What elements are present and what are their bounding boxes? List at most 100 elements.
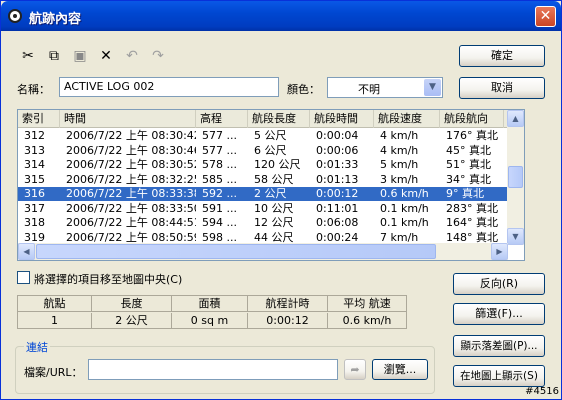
table-cell: 2006/7/22 上午 08:33:50: [66, 201, 196, 215]
stats-value-waypoints: 1: [18, 313, 92, 329]
copy-icon[interactable]: ⧉: [45, 47, 63, 65]
stats-value-length: 2 公尺: [92, 313, 172, 329]
table-row[interactable]: 312 2006/7/22 上午 08:30:42 577 ... 5 公尺 0:00:…: [18, 129, 514, 143]
redo-icon[interactable]: ↷: [149, 47, 167, 65]
open-link-button[interactable]: ➦: [344, 359, 366, 380]
stats-value-avg-speed: 0.6 km/h: [342, 314, 392, 327]
table-row[interactable]: 313 2006/7/22 上午 08:30:46 577 ... 6 公尺 0:00:…: [18, 143, 514, 158]
file-url-input[interactable]: [88, 359, 338, 380]
table-cell: 9° 真北: [446, 187, 484, 200]
column-header-index[interactable]: 索引: [18, 110, 60, 128]
table-cell: 318: [24, 216, 45, 229]
color-label: 顏色：: [287, 83, 320, 96]
color-select-value: 不明: [358, 83, 380, 96]
watermark: #4516: [525, 386, 559, 397]
window-title: 航跡內容: [29, 12, 82, 27]
table-row[interactable]: 315 2006/7/22 上午 08:32:25 585 ... 58 公尺 0:01…: [18, 172, 514, 187]
color-select[interactable]: 不明 ▼: [327, 77, 443, 98]
close-button[interactable]: ✕: [535, 6, 556, 27]
track-properties-window: 航跡內容 ✕ ✂ ⧉ ▣ ✕ ↶ ↷ 確定 取消 名稱： ACTIVE LOG …: [0, 0, 562, 400]
table-cell: 0.1 km/h: [380, 201, 429, 215]
table-cell: 0:06:08: [316, 216, 359, 229]
table-cell: 2006/7/22 上午 08:44:51: [66, 216, 196, 229]
table-cell: 6 公尺: [254, 143, 287, 157]
table-cell: 12 公尺: [254, 216, 294, 229]
column-header-elevation[interactable]: 高程: [196, 110, 248, 128]
table-cell: 283° 真北: [446, 201, 498, 215]
browse-button[interactable]: 瀏覽...: [372, 359, 428, 380]
paste-icon[interactable]: ▣: [71, 47, 89, 65]
horizontal-scrollbar[interactable]: ◀ ▶: [18, 243, 508, 260]
table-row[interactable]: 317 2006/7/22 上午 08:33:50 591 ... 10 公尺 0:11…: [18, 201, 514, 216]
delete-icon[interactable]: ✕: [97, 47, 115, 65]
ok-button[interactable]: 確定: [459, 45, 545, 67]
column-header-leg-length[interactable]: 航段長度: [248, 110, 310, 128]
table-cell: 591 ...: [202, 201, 237, 215]
app-icon: [8, 9, 22, 23]
table-cell: 577 ...: [202, 129, 237, 142]
table-cell: 2006/7/22 上午 08:33:38: [66, 187, 196, 200]
table-cell: 0:00:06: [316, 143, 359, 157]
table-row[interactable]: 316 2006/7/22 上午 08:33:38 592 ... 2 公尺 0:00:…: [18, 187, 514, 201]
scroll-down-icon[interactable]: ▼: [507, 228, 524, 245]
table-cell: 313: [24, 143, 45, 157]
table-cell: 577 ...: [202, 143, 237, 157]
stats-header-length: 長度: [92, 296, 172, 312]
stats-value-area: 0 sq m: [172, 313, 248, 329]
cancel-button[interactable]: 取消: [459, 77, 545, 99]
scroll-up-icon[interactable]: ▲: [507, 110, 524, 127]
column-header-leg-course[interactable]: 航段航向: [440, 110, 504, 128]
name-input[interactable]: ACTIVE LOG 002: [59, 77, 279, 97]
table-cell: 3 km/h: [380, 172, 419, 186]
scroll-left-icon[interactable]: ◀: [18, 243, 35, 260]
stats-value-duration: 0:00:12: [248, 313, 328, 329]
vertical-scrollbar[interactable]: ▲ ▼: [507, 110, 524, 245]
table-cell: 5 km/h: [380, 158, 419, 171]
table-cell: 45° 真北: [446, 143, 491, 157]
column-header-leg-time[interactable]: 航段時間: [310, 110, 374, 128]
show-profile-button[interactable]: 顯示落差圖(P)...: [453, 335, 545, 357]
table-cell: 4 km/h: [380, 129, 419, 142]
file-url-label: 檔案/URL：: [24, 366, 83, 379]
table-cell: 58 公尺: [254, 172, 294, 186]
table-row[interactable]: 314 2006/7/22 上午 08:30:52 578 ... 120 公尺 0:0…: [18, 158, 514, 172]
table-cell: 34° 真北: [446, 172, 491, 186]
table-cell: 120 公尺: [254, 158, 301, 171]
center-on-map-checkbox[interactable]: [17, 271, 30, 284]
filter-button[interactable]: 篩選(F)...: [453, 303, 545, 325]
table-row[interactable]: 318 2006/7/22 上午 08:44:51 594 ... 12 公尺 0:06…: [18, 216, 514, 230]
scissors-icon[interactable]: ✂: [19, 47, 37, 65]
horizontal-scroll-thumb[interactable]: [36, 244, 436, 259]
table-cell: 0.6 km/h: [380, 187, 429, 200]
table-cell: 2006/7/22 上午 08:30:42: [66, 129, 196, 142]
name-label: 名稱：: [17, 83, 50, 96]
undo-icon[interactable]: ↶: [123, 47, 141, 65]
table-cell: 5 公尺: [254, 129, 287, 142]
stats-header-area: 面積: [172, 296, 248, 312]
table-cell: 585 ...: [202, 172, 237, 186]
table-cell: 316: [24, 187, 45, 200]
scroll-right-icon[interactable]: ▶: [491, 243, 508, 260]
show-on-map-button[interactable]: 在地圖上顯示(S): [453, 365, 545, 387]
table-cell: 10 公尺: [254, 201, 294, 215]
table-cell: 0:00:04: [316, 129, 359, 142]
table-cell: 2006/7/22 上午 08:30:52: [66, 158, 196, 171]
table-cell: 578 ...: [202, 158, 237, 171]
table-cell: 2 公尺: [254, 187, 287, 200]
table-cell: 51° 真北: [446, 158, 491, 171]
table-cell: 0:01:33: [316, 158, 359, 171]
table-cell: 4 km/h: [380, 143, 419, 157]
table-header: 索引 時間 高程 航段長度 航段時間 航段速度 航段航向 N: [18, 110, 514, 128]
vertical-scroll-thumb[interactable]: [508, 166, 523, 188]
center-on-map-label: 將選擇的項目移至地圖中央(C): [34, 273, 183, 286]
chevron-down-icon[interactable]: ▼: [424, 79, 441, 96]
track-points-table[interactable]: 索引 時間 高程 航段長度 航段時間 航段速度 航段航向 N 312 2006/7…: [17, 109, 525, 261]
table-cell: 0:11:01: [316, 201, 359, 215]
track-stats-table: 航點 長度 面積 航程計時 平均 航速 1 2 公尺 0 sq m 0:00:1…: [17, 295, 407, 329]
reverse-button[interactable]: 反向(R): [453, 273, 545, 295]
column-header-leg-speed[interactable]: 航段速度: [374, 110, 440, 128]
table-cell: 594 ...: [202, 216, 237, 229]
table-cell: 2006/7/22 上午 08:30:46: [66, 143, 196, 157]
column-header-time[interactable]: 時間: [60, 110, 196, 128]
table-cell: 315: [24, 172, 45, 186]
